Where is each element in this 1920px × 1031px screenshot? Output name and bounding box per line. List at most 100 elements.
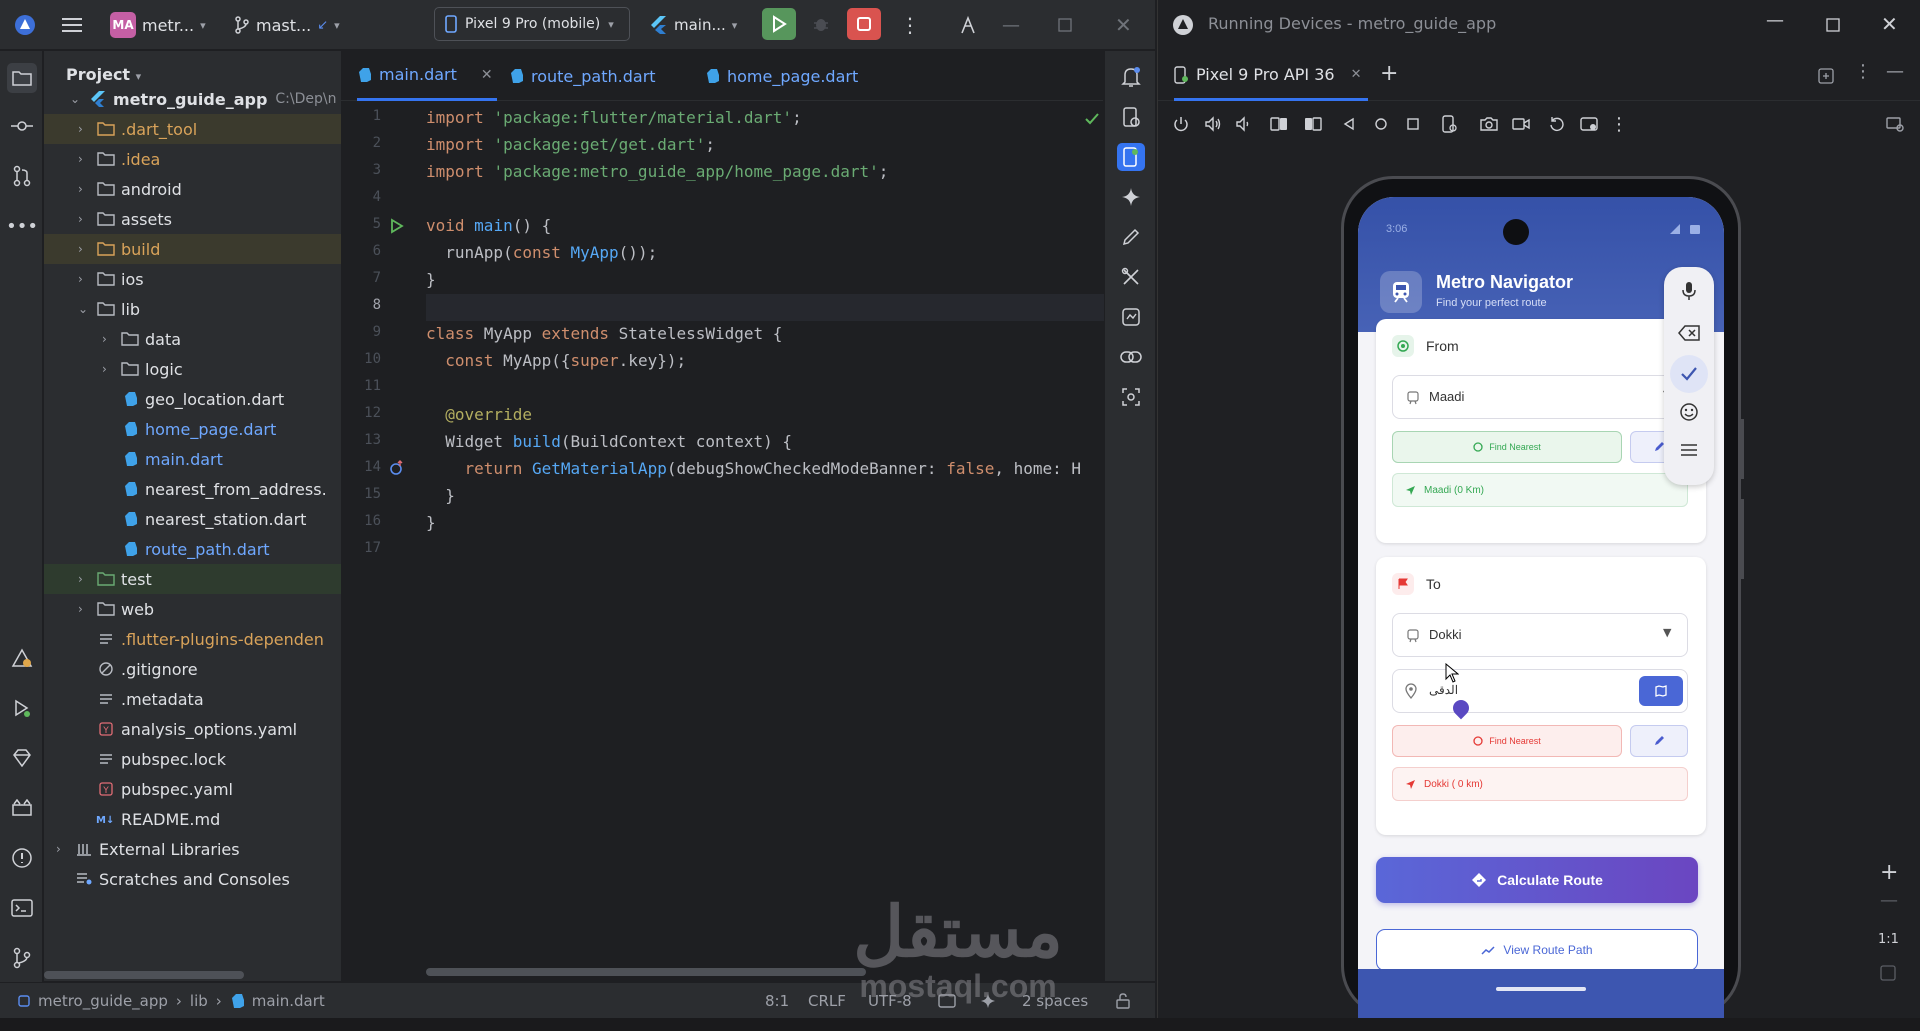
more-actions-icon[interactable]: ⋮ bbox=[900, 0, 920, 50]
running-devices-icon[interactable] bbox=[1117, 143, 1145, 171]
maximize-button[interactable] bbox=[1826, 18, 1840, 32]
minimize-button[interactable]: — bbox=[1766, 10, 1784, 31]
project-selector[interactable]: MA metr... ▾ bbox=[110, 0, 206, 50]
tree-item-web[interactable]: › web bbox=[44, 594, 341, 624]
tree-item-lib[interactable]: ⌄ lib bbox=[44, 294, 341, 324]
extended-controls-icon[interactable] bbox=[1578, 113, 1600, 135]
app-inspection-icon[interactable] bbox=[1117, 303, 1145, 331]
snapshot-icon[interactable] bbox=[1546, 113, 1568, 135]
git-icon[interactable] bbox=[9, 945, 35, 971]
layout-toggle-icon[interactable] bbox=[1818, 68, 1834, 84]
menu-icon[interactable] bbox=[1680, 443, 1698, 457]
rotate-left-icon[interactable] bbox=[1268, 113, 1290, 135]
tree-item-external-libraries[interactable]: › External Libraries bbox=[44, 834, 341, 864]
ai-assistant-icon[interactable] bbox=[980, 993, 996, 1009]
zoom-in-button[interactable]: + bbox=[1880, 860, 1898, 885]
home-indicator[interactable] bbox=[1496, 987, 1586, 991]
screenshot-icon[interactable] bbox=[1478, 113, 1500, 135]
project-panel-header[interactable]: Project ▾ bbox=[66, 65, 141, 84]
breadcrumb-root[interactable]: metro_guide_app bbox=[38, 992, 168, 1010]
rotate-right-icon[interactable] bbox=[1302, 113, 1324, 135]
breadcrumb-dir[interactable]: lib bbox=[190, 992, 208, 1010]
gemini-icon[interactable] bbox=[9, 645, 35, 671]
breadcrumb-file[interactable]: main.dart bbox=[252, 992, 325, 1010]
fold-icon[interactable] bbox=[1438, 113, 1460, 135]
tree-item-nearest-from-address[interactable]: nearest_from_address. bbox=[44, 474, 341, 504]
tree-item-scratches[interactable]: Scratches and Consoles bbox=[44, 864, 341, 894]
minimize-button[interactable]: — bbox=[1002, 0, 1020, 50]
pull-request-icon[interactable] bbox=[9, 163, 35, 189]
from-find-nearest-button[interactable]: Find Nearest bbox=[1392, 431, 1622, 463]
memory-icon[interactable] bbox=[938, 993, 956, 1009]
power-icon[interactable] bbox=[1170, 113, 1192, 135]
maximize-button[interactable] bbox=[1058, 0, 1072, 50]
tree-item-home-page[interactable]: home_page.dart bbox=[44, 414, 341, 444]
problems-icon[interactable] bbox=[9, 845, 35, 871]
home-icon[interactable] bbox=[1370, 113, 1392, 135]
add-device-icon[interactable]: + bbox=[1380, 61, 1398, 86]
tree-item-geo-location[interactable]: geo_location.dart bbox=[44, 384, 341, 414]
tree-item-pubspec-lock[interactable]: pubspec.lock bbox=[44, 744, 341, 774]
layout-inspector-icon[interactable] bbox=[1117, 383, 1145, 411]
to-dropdown[interactable]: Dokki ▼ bbox=[1392, 613, 1688, 657]
zoom-level[interactable]: 1:1 bbox=[1878, 932, 1899, 947]
device-manager-icon[interactable] bbox=[1117, 103, 1145, 131]
to-address-input[interactable]: الدقى bbox=[1392, 669, 1688, 720]
zoom-out-button[interactable]: — bbox=[1880, 890, 1898, 911]
close-button[interactable]: ✕ bbox=[1881, 12, 1898, 36]
run-button[interactable] bbox=[762, 8, 796, 40]
override-gutter-icon[interactable] bbox=[389, 460, 405, 476]
view-route-path-button[interactable]: View Route Path bbox=[1376, 929, 1698, 971]
main-menu-icon[interactable] bbox=[62, 0, 84, 50]
to-search-button[interactable] bbox=[1639, 676, 1683, 706]
app-logo-icon[interactable] bbox=[14, 0, 36, 50]
microphone-icon[interactable] bbox=[1681, 281, 1697, 301]
tree-item-gitignore[interactable]: .gitignore bbox=[44, 654, 341, 684]
tree-item-nearest-station[interactable]: nearest_station.dart bbox=[44, 504, 341, 534]
code-horizontal-scrollbar[interactable] bbox=[426, 968, 866, 976]
tree-item-analysis-options[interactable]: Y analysis_options.yaml bbox=[44, 714, 341, 744]
calculate-route-button[interactable]: Calculate Route bbox=[1376, 857, 1698, 903]
tree-item-flutter-plugins[interactable]: .flutter-plugins-dependen bbox=[44, 624, 341, 654]
emoji-icon[interactable] bbox=[1680, 403, 1698, 421]
code-editor[interactable]: import 'package:flutter/material.dart'; … bbox=[426, 102, 1104, 982]
tab-pixel-9-pro[interactable]: Pixel 9 Pro API 36 ✕ bbox=[1174, 51, 1368, 101]
tree-item-data[interactable]: › data bbox=[44, 324, 341, 354]
tree-item-route-path[interactable]: route_path.dart bbox=[44, 534, 341, 564]
tab-route-path-dart[interactable]: route_path.dart bbox=[509, 51, 656, 101]
notifications-icon[interactable] bbox=[1117, 63, 1145, 91]
overview-icon[interactable] bbox=[1402, 113, 1424, 135]
text-cursor-handle[interactable] bbox=[1449, 696, 1473, 720]
screen-record-icon[interactable] bbox=[1510, 113, 1532, 135]
close-button[interactable]: ✕ bbox=[1115, 0, 1132, 50]
tree-item-build[interactable]: › build bbox=[44, 234, 341, 264]
stop-button[interactable] bbox=[847, 8, 881, 40]
folder-icon[interactable] bbox=[7, 63, 37, 93]
tools-icon[interactable] bbox=[1117, 263, 1145, 291]
file-encoding[interactable]: UTF-8 bbox=[868, 992, 912, 1010]
tree-item-metadata[interactable]: .metadata bbox=[44, 684, 341, 714]
phone-screen[interactable]: 3:06 Metro Navigator Find your perfect r… bbox=[1358, 197, 1724, 1021]
pencil-icon[interactable] bbox=[1117, 223, 1145, 251]
line-separator[interactable]: CRLF bbox=[808, 992, 846, 1010]
horizontal-scrollbar[interactable] bbox=[44, 971, 244, 979]
from-dropdown[interactable]: Maadi ▼ bbox=[1392, 375, 1688, 419]
more-options-icon[interactable]: ⋮ bbox=[1854, 61, 1872, 82]
run-tool-icon[interactable] bbox=[9, 695, 35, 721]
backspace-icon[interactable] bbox=[1678, 325, 1700, 341]
tree-item-android[interactable]: › android bbox=[44, 174, 341, 204]
gemini-sparkle-icon[interactable] bbox=[1117, 183, 1145, 211]
terminal-icon[interactable] bbox=[9, 895, 35, 921]
commit-icon[interactable] bbox=[9, 113, 35, 139]
done-button[interactable] bbox=[1670, 355, 1708, 393]
tree-item-dart-tool[interactable]: › .dart_tool bbox=[44, 114, 341, 144]
tree-item-test[interactable]: › test bbox=[44, 564, 341, 594]
fit-screen-icon[interactable] bbox=[1880, 965, 1896, 981]
tree-item-main[interactable]: main.dart bbox=[44, 444, 341, 474]
tree-item-pubspec-yaml[interactable]: Y pubspec.yaml bbox=[44, 774, 341, 804]
cursor-position[interactable]: 8:1 bbox=[765, 992, 789, 1010]
tree-item-idea[interactable]: › .idea bbox=[44, 144, 341, 174]
volume-down-icon[interactable] bbox=[1232, 113, 1254, 135]
logcat-icon[interactable] bbox=[9, 795, 35, 821]
close-tab-icon[interactable]: ✕ bbox=[481, 67, 493, 83]
